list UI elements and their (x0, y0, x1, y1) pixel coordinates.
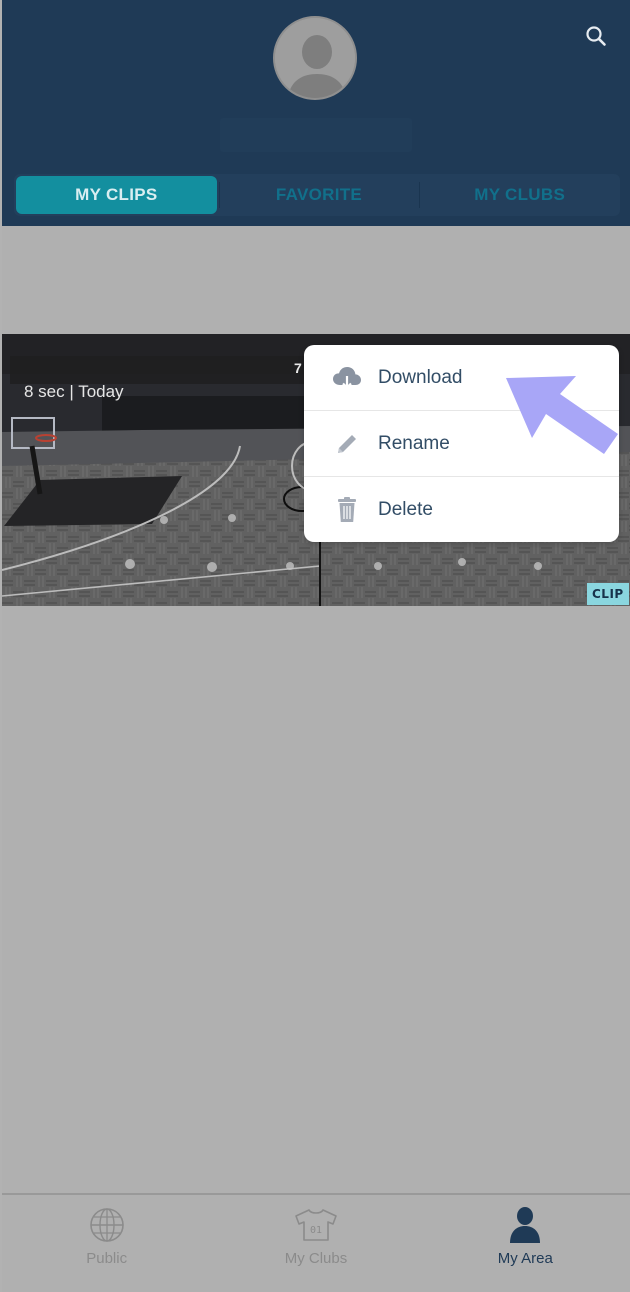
menu-item-download-label: Download (378, 366, 463, 388)
menu-item-delete-label: Delete (378, 499, 433, 520)
search-icon (586, 26, 606, 46)
tab-favorite[interactable]: FAVORITE (218, 174, 420, 216)
nav-item-my-area[interactable]: My Area (421, 1195, 630, 1292)
clip-title-bar (10, 356, 312, 384)
username-placeholder (220, 118, 412, 152)
nav-item-my-area-label: My Area (497, 1250, 553, 1267)
tab-my-clips[interactable]: MY CLIPS (16, 176, 217, 214)
nav-item-public[interactable]: Public (2, 1195, 211, 1292)
cloud-download-icon (332, 363, 362, 393)
segmented-tabs: MY CLIPS FAVORITE MY CLUBS (14, 174, 620, 216)
nav-item-my-clubs[interactable]: 01 My Clubs (211, 1195, 420, 1292)
app-screen: MY CLIPS FAVORITE MY CLUBS 7 8 sec | Tod… (2, 0, 630, 1292)
avatar[interactable] (273, 16, 357, 100)
tab-my-clubs[interactable]: MY CLUBS (419, 174, 620, 216)
menu-item-delete[interactable]: Delete (304, 477, 619, 542)
bottom-navigation: Public 01 My Clubs My Area (2, 1193, 630, 1292)
trash-icon (332, 495, 362, 525)
menu-item-rename-label: Rename (378, 432, 450, 454)
clip-duration-date: 8 sec | Today (24, 382, 124, 401)
nav-item-my-clubs-label: My Clubs (284, 1250, 348, 1267)
svg-text:01: 01 (310, 1225, 322, 1236)
pointer-arrow-icon (506, 376, 618, 454)
pencil-icon (332, 429, 362, 459)
person-icon (508, 1205, 542, 1245)
user-avatar-icon (275, 18, 355, 98)
clip-badge: CLIP (587, 583, 629, 605)
nav-item-public-label: Public (86, 1250, 128, 1267)
jersey-icon: 01 (293, 1205, 339, 1245)
globe-icon (88, 1205, 126, 1245)
profile-header: MY CLIPS FAVORITE MY CLUBS (2, 0, 630, 226)
search-button[interactable] (582, 22, 610, 50)
clip-title: 7 (294, 360, 302, 376)
